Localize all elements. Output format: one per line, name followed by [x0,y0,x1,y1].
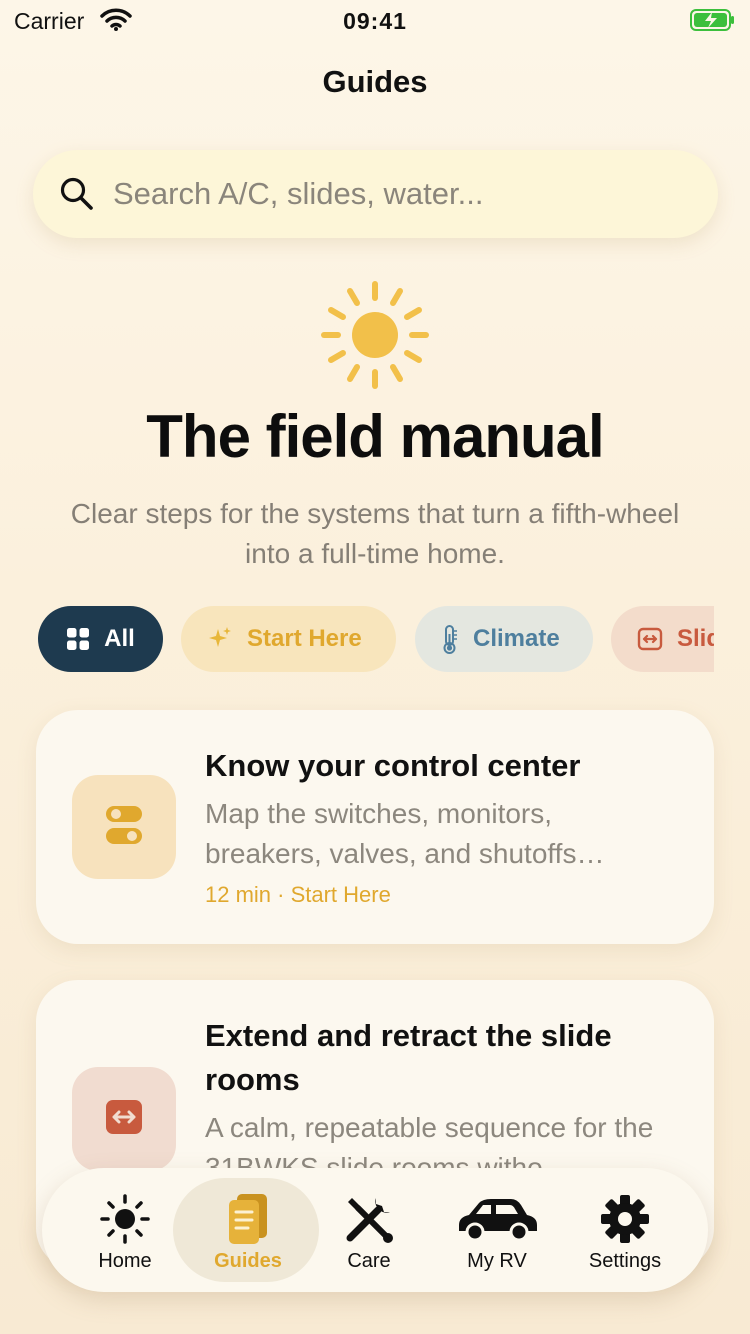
chip-climate[interactable]: Climate [415,606,593,672]
sun-icon [99,1190,151,1248]
chip-label: Slides [677,625,714,652]
chip-label: Climate [473,625,560,652]
gear-icon [600,1190,650,1248]
tab-label: Home [98,1250,152,1272]
chip-label: Start Here [247,625,362,652]
tab-label: My RV [467,1250,527,1272]
guide-description: Map the switches, monitors, breakers, va… [205,798,605,869]
page-title: Guides [322,64,428,99]
search-icon [59,176,95,217]
search-placeholder: Search A/C, slides, water... [113,176,484,211]
tab-label: Care [347,1250,391,1272]
guide-card-control-center[interactable]: Know your control center Map the switche… [36,710,714,944]
category-chips: All Start Here Climate Slid [0,606,714,674]
tools-icon [342,1190,396,1248]
tab-guides[interactable]: Guides [183,1168,313,1292]
guide-title: Extend and retract the slide rooms [205,1018,612,1097]
tab-label: Settings [588,1250,662,1272]
status-bar: Carrier 09:41 [0,0,750,40]
guide-icon-tile [72,775,176,879]
tab-settings[interactable]: Settings [560,1168,690,1292]
hero-title: The field manual [146,403,604,470]
tab-home[interactable]: Home [60,1168,190,1292]
chip-label: All [104,625,135,652]
guide-title: Know your control center [205,748,581,783]
guide-icon-tile [72,1067,176,1171]
chip-start-here[interactable]: Start Here [181,606,396,672]
thermometer-icon [441,624,459,654]
status-time: 09:41 [343,8,407,34]
chip-all[interactable]: All [38,606,163,672]
tab-bar: Home Guides Care My RV Settings [42,1168,708,1292]
book-icon [225,1190,271,1248]
tab-my-rv[interactable]: My RV [432,1168,562,1292]
slide-room-icon [637,627,663,651]
grid-icon [66,627,90,651]
chip-slides[interactable]: Slides [611,606,714,672]
search-input[interactable]: Search A/C, slides, water... [33,150,718,238]
battery-icon [690,9,736,36]
tab-care[interactable]: Care [304,1168,434,1292]
sun-icon [320,280,430,395]
guide-meta: 12 min · Start Here [205,882,391,907]
toggles-icon [104,804,144,851]
sparkle-icon [207,626,233,652]
slide-room-icon [104,1098,144,1141]
tab-label: Guides [214,1250,282,1272]
hero-subtitle: Clear steps for the systems that turn a … [70,498,680,569]
car-icon [455,1190,539,1248]
